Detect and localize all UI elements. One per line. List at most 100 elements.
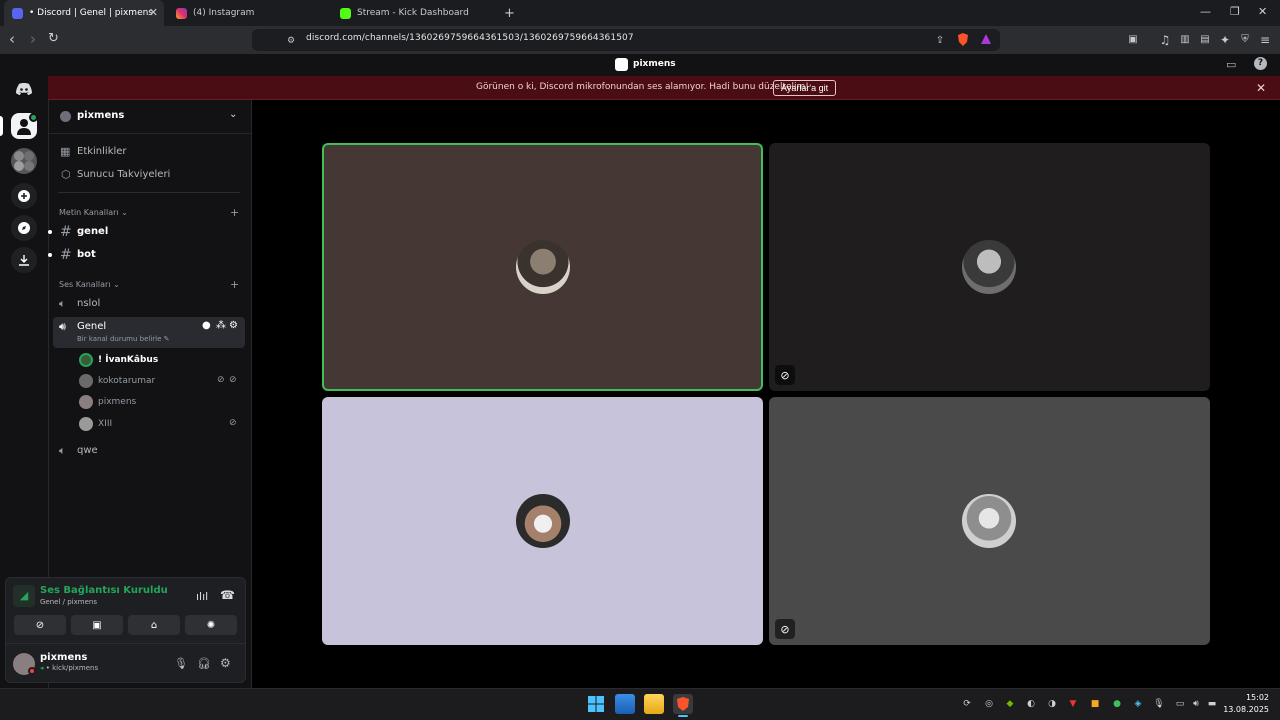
camera-off-button[interactable]: ⊘ — [14, 615, 66, 635]
invite-icon[interactable]: ⁂ — [216, 320, 226, 331]
server-boosts-link[interactable]: Sunucu Takviyeleri — [77, 169, 170, 180]
active-app-indicator — [678, 715, 688, 717]
voice-status[interactable]: Ses Bağlantısı Kuruldu — [40, 585, 168, 596]
window-title: pixmens — [633, 59, 676, 69]
tab-instagram[interactable]: (4) Instagram — [168, 0, 328, 26]
restore-icon[interactable]: ❐ — [1230, 5, 1240, 18]
back-icon[interactable]: ‹ — [9, 31, 15, 47]
share-icon[interactable]: ⇪ — [933, 34, 947, 48]
brave-rewards-icon[interactable] — [980, 33, 994, 47]
signal-icon[interactable]: ◢ — [13, 585, 35, 607]
new-tab-button[interactable]: + — [496, 0, 516, 26]
sidebar-divider — [49, 133, 251, 134]
forward-icon[interactable]: › — [30, 31, 36, 47]
voice-location[interactable]: Genel / pixmens — [40, 598, 97, 606]
screen-share-button[interactable]: ▣ — [71, 615, 123, 635]
sidebar-toggle-icon[interactable]: ▥ — [1178, 33, 1192, 47]
tray-app-icon[interactable]: ● — [1111, 698, 1123, 710]
url-text[interactable]: discord.com/channels/1360269759664361503… — [306, 33, 634, 43]
discover-icon[interactable] — [11, 215, 37, 241]
events-link[interactable]: Etkinlikler — [77, 146, 127, 157]
menu-icon[interactable]: ≡ — [1258, 33, 1272, 47]
photos-app-icon[interactable] — [615, 694, 635, 714]
tray-app-icon[interactable]: ◈ — [1132, 698, 1144, 710]
brave-shield-icon[interactable] — [957, 33, 971, 47]
server-name[interactable]: pixmens — [77, 110, 124, 121]
close-banner-icon[interactable]: ✕ — [1256, 81, 1266, 95]
voice-category-label[interactable]: Ses Kanalları ⌄ — [59, 280, 120, 289]
voice-user-xiii[interactable]: XIII — [98, 419, 112, 429]
panel-divider — [5, 643, 246, 644]
tab-label: (4) Instagram — [193, 8, 255, 18]
text-channel-icon: # — [60, 224, 72, 240]
tray-microphone-icon[interactable]: 🎙︎ — [1153, 698, 1165, 710]
voice-channel-qwe[interactable]: qwe — [77, 445, 98, 456]
brave-taskbar-icon[interactable] — [673, 694, 693, 714]
download-icon[interactable] — [11, 247, 37, 273]
start-button[interactable] — [586, 694, 606, 714]
volume-icon[interactable]: 🔊︎ — [1190, 698, 1202, 710]
go-to-settings-button[interactable]: Ayarlar'a git — [773, 80, 837, 96]
steam-icon[interactable]: ◎ — [983, 698, 995, 710]
avatar — [516, 240, 570, 294]
inbox-icon[interactable]: ▭ — [1226, 58, 1236, 71]
site-settings-icon[interactable]: ⚙ — [284, 34, 298, 48]
tab-discord[interactable]: • Discord | Genel | pixmens ✕ — [4, 0, 164, 26]
voice-user-pixmens[interactable]: pixmens — [98, 397, 136, 407]
media-icon[interactable]: ♫ — [1158, 33, 1172, 47]
add-text-channel-icon[interactable]: + — [230, 206, 239, 219]
clock-time[interactable]: 15:02 — [1229, 693, 1269, 702]
voice-user-ivankabus[interactable]: ! İvanKâbus — [98, 355, 158, 365]
add-server-icon[interactable] — [11, 183, 37, 209]
discord-home-icon[interactable] — [11, 76, 37, 102]
tray-app-icon[interactable]: ◐ — [1025, 698, 1037, 710]
tray-app-icon[interactable]: ■ — [1089, 698, 1101, 710]
leo-ai-icon[interactable]: ✦ — [1218, 33, 1232, 47]
tray-app-icon[interactable]: ◑ — [1046, 698, 1058, 710]
channel-genel[interactable]: genel — [77, 226, 108, 237]
chat-icon[interactable]: ● — [202, 320, 211, 331]
speaker-icon: 🔈︎ — [59, 297, 66, 310]
tab-kick[interactable]: Stream - Kick Dashboard — [332, 0, 492, 26]
user-name[interactable]: pixmens — [40, 652, 87, 663]
tray-app-icon[interactable]: ▼ — [1067, 698, 1079, 710]
server-menu-chevron-icon[interactable]: ⌄ — [229, 109, 237, 120]
vpn-icon[interactable]: ⛨ — [1238, 33, 1252, 47]
avatar — [79, 417, 93, 431]
user-settings-icon[interactable]: ⚙ — [220, 656, 231, 670]
close-window-icon[interactable]: ✕ — [1258, 5, 1267, 18]
voice-user-kokotarumar[interactable]: kokotarumar — [98, 376, 155, 386]
minimize-icon[interactable]: — — [1200, 5, 1211, 18]
participant-tile-ivankabus[interactable] — [322, 143, 763, 391]
disconnect-icon[interactable]: ☎ — [220, 588, 235, 602]
wallet-icon[interactable]: ▤ — [1198, 33, 1212, 47]
battery-icon[interactable]: ▬ — [1206, 698, 1218, 710]
windows-taskbar — [0, 688, 1280, 720]
soundboard-button[interactable]: ✺ — [185, 615, 237, 635]
sync-icon[interactable]: ⟳ — [961, 698, 973, 710]
tab-label: • Discord | Genel | pixmens — [29, 8, 153, 18]
microphone-icon[interactable]: 🎙︎ — [174, 657, 188, 670]
channel-status-prompt[interactable]: Bir kanal durumu belirle ✎ — [77, 335, 170, 343]
participant-tile-pixmens[interactable] — [322, 397, 763, 645]
close-tab-icon[interactable]: ✕ — [149, 6, 158, 19]
reload-icon[interactable]: ↻ — [48, 31, 59, 47]
noise-suppression-icon[interactable]: ılıl — [196, 590, 208, 603]
file-explorer-icon[interactable] — [644, 694, 664, 714]
participant-tile-kokotarumar[interactable]: ⊘ — [769, 143, 1210, 391]
participant-tile-xiii[interactable]: ⊘ — [769, 397, 1210, 645]
text-category-label[interactable]: Metin Kanalları ⌄ — [59, 208, 128, 217]
headphones-icon[interactable]: 🎧︎ — [197, 657, 211, 670]
clock-date[interactable]: 13.08.2025 — [1222, 705, 1269, 714]
screen-cast-icon[interactable]: ▣ — [1126, 33, 1140, 47]
network-icon[interactable]: ▭ — [1174, 698, 1186, 710]
activity-button[interactable]: ⌂ — [128, 615, 180, 635]
nvidia-icon[interactable]: ◆ — [1004, 698, 1016, 710]
user-status[interactable]: ◂ • kick/pixmens — [40, 664, 98, 672]
settings-icon[interactable]: ⚙ — [229, 320, 238, 331]
channel-bot[interactable]: bot — [77, 249, 96, 260]
add-voice-channel-icon[interactable]: + — [230, 278, 239, 291]
voice-channel-nslol[interactable]: nslol — [77, 298, 100, 309]
help-icon[interactable]: ? — [1254, 57, 1267, 70]
server-group-icon[interactable] — [11, 148, 37, 174]
